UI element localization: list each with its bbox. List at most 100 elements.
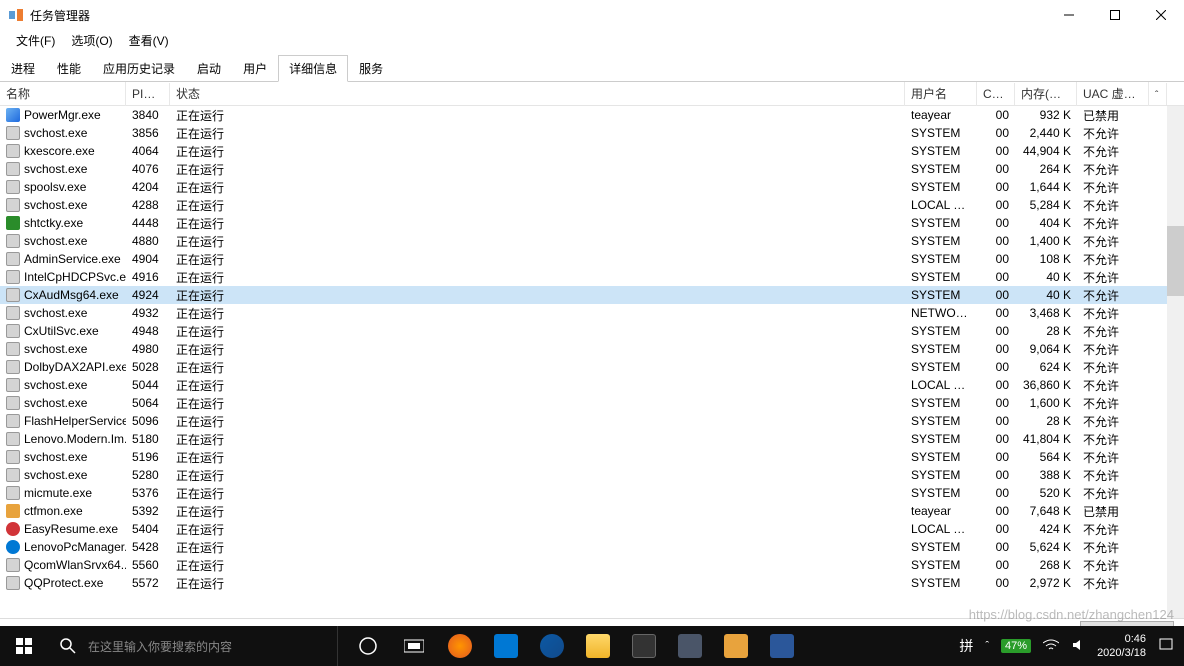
table-row[interactable]: IntelCpHDCPSvc.exe4916正在运行SYSTEM0040 K不允…	[0, 268, 1184, 286]
table-row[interactable]: svchost.exe4880正在运行SYSTEM001,400 K不允许	[0, 232, 1184, 250]
edge-icon[interactable]	[530, 626, 574, 666]
process-name: svchost.exe	[24, 306, 87, 320]
table-row[interactable]: DolbyDAX2API.exe5028正在运行SYSTEM00624 K不允许	[0, 358, 1184, 376]
menu-file[interactable]: 文件(F)	[8, 30, 63, 50]
process-status: 正在运行	[170, 502, 905, 521]
cortana-icon[interactable]	[346, 626, 390, 666]
menu-view[interactable]: 查看(V)	[121, 30, 177, 50]
app-icon-3[interactable]	[714, 626, 758, 666]
process-icon	[6, 144, 20, 158]
process-status: 正在运行	[170, 214, 905, 233]
table-row[interactable]: shtctky.exe4448正在运行SYSTEM00404 K不允许	[0, 214, 1184, 232]
table-row[interactable]: QcomWlanSrvx64....5560正在运行SYSTEM00268 K不…	[0, 556, 1184, 574]
table-row[interactable]: svchost.exe5044正在运行LOCAL SE...0036,860 K…	[0, 376, 1184, 394]
taskview-icon[interactable]	[392, 626, 436, 666]
notification-icon[interactable]	[1158, 637, 1174, 656]
volume-icon[interactable]	[1071, 638, 1085, 655]
col-header-name[interactable]: 名称	[0, 82, 126, 106]
col-header-user[interactable]: 用户名	[905, 82, 977, 106]
process-name: PowerMgr.exe	[24, 108, 101, 122]
tab-services[interactable]: 服务	[348, 55, 394, 82]
tab-performance[interactable]: 性能	[46, 55, 92, 82]
process-pid: 5392	[126, 503, 170, 519]
wifi-icon[interactable]	[1043, 639, 1059, 654]
process-name: spoolsv.exe	[24, 180, 86, 194]
table-row[interactable]: ctfmon.exe5392正在运行teayear007,648 K已禁用	[0, 502, 1184, 520]
process-cpu: 00	[977, 305, 1015, 321]
battery-indicator[interactable]: 47%	[1001, 639, 1031, 653]
firefox-icon[interactable]	[438, 626, 482, 666]
table-row[interactable]: EasyResume.exe5404正在运行LOCAL SE...00424 K…	[0, 520, 1184, 538]
table-row[interactable]: FlashHelperService...5096正在运行SYSTEM0028 …	[0, 412, 1184, 430]
table-row[interactable]: CxUtilSvc.exe4948正在运行SYSTEM0028 K不允许	[0, 322, 1184, 340]
vertical-scrollbar[interactable]	[1167, 106, 1184, 618]
col-header-uac[interactable]: UAC 虚拟化	[1077, 82, 1149, 106]
process-pid: 5560	[126, 557, 170, 573]
app-icon-2[interactable]	[668, 626, 712, 666]
tray-chevron-icon[interactable]: ˆ	[985, 640, 989, 652]
process-icon	[6, 540, 20, 554]
table-row[interactable]: micmute.exe5376正在运行SYSTEM00520 K不允许	[0, 484, 1184, 502]
process-user: SYSTEM	[905, 287, 977, 303]
tab-details[interactable]: 详细信息	[278, 55, 348, 82]
table-row[interactable]: svchost.exe5280正在运行SYSTEM00388 K不允许	[0, 466, 1184, 484]
tab-startup[interactable]: 启动	[186, 55, 232, 82]
table-row[interactable]: PowerMgr.exe3840正在运行teayear00932 K已禁用	[0, 106, 1184, 124]
explorer-icon[interactable]	[576, 626, 620, 666]
process-cpu: 00	[977, 485, 1015, 501]
table-row[interactable]: svchost.exe4932正在运行NETWOR...003,468 K不允许	[0, 304, 1184, 322]
clock[interactable]: 0:46 2020/3/18	[1097, 632, 1146, 661]
table-body[interactable]: PowerMgr.exe3840正在运行teayear00932 K已禁用svc…	[0, 106, 1184, 618]
table-row[interactable]: AdminService.exe4904正在运行SYSTEM00108 K不允许	[0, 250, 1184, 268]
maximize-button[interactable]	[1092, 0, 1138, 30]
process-uac: 不允许	[1077, 286, 1149, 305]
process-name: svchost.exe	[24, 450, 87, 464]
tab-users[interactable]: 用户	[232, 55, 278, 82]
process-cpu: 00	[977, 395, 1015, 411]
minimize-button[interactable]	[1046, 0, 1092, 30]
col-header-pid[interactable]: PID	[126, 83, 170, 105]
process-pid: 4288	[126, 197, 170, 213]
process-cpu: 00	[977, 287, 1015, 303]
ime-indicator[interactable]: 拼	[959, 636, 973, 656]
process-user: LOCAL SE...	[905, 377, 977, 393]
app-icon-1[interactable]	[622, 626, 666, 666]
start-button[interactable]	[0, 626, 48, 666]
scrollbar-thumb[interactable]	[1167, 226, 1184, 296]
sort-asc-icon	[156, 93, 164, 98]
table-row[interactable]: Lenovo.Modern.Im...5180正在运行SYSTEM0041,80…	[0, 430, 1184, 448]
col-header-memory[interactable]: 内存(活动...	[1015, 82, 1077, 106]
process-user: SYSTEM	[905, 395, 977, 411]
process-icon	[6, 198, 20, 212]
process-status: 正在运行	[170, 142, 905, 161]
tab-app-history[interactable]: 应用历史记录	[92, 55, 186, 82]
close-button[interactable]	[1138, 0, 1184, 30]
table-row[interactable]: svchost.exe5064正在运行SYSTEM001,600 K不允许	[0, 394, 1184, 412]
table-row[interactable]: svchost.exe4076正在运行SYSTEM00264 K不允许	[0, 160, 1184, 178]
process-uac: 不允许	[1077, 394, 1149, 413]
table-row[interactable]: svchost.exe4288正在运行LOCAL SE...005,284 K不…	[0, 196, 1184, 214]
table-row[interactable]: kxescore.exe4064正在运行SYSTEM0044,904 K不允许	[0, 142, 1184, 160]
app-icon-4[interactable]	[760, 626, 804, 666]
process-pid: 5572	[126, 575, 170, 591]
process-pid: 5096	[126, 413, 170, 429]
col-header-cpu[interactable]: CPU	[977, 83, 1015, 105]
table-row[interactable]: spoolsv.exe4204正在运行SYSTEM001,644 K不允许	[0, 178, 1184, 196]
store-icon[interactable]	[484, 626, 528, 666]
table-row[interactable]: svchost.exe3856正在运行SYSTEM002,440 K不允许	[0, 124, 1184, 142]
taskbar-search[interactable]: 在这里输入你要搜索的内容	[48, 626, 338, 666]
table-row[interactable]: svchost.exe5196正在运行SYSTEM00564 K不允许	[0, 448, 1184, 466]
process-user: SYSTEM	[905, 539, 977, 555]
process-user: SYSTEM	[905, 341, 977, 357]
table-row[interactable]: CxAudMsg64.exe4924正在运行SYSTEM0040 K不允许	[0, 286, 1184, 304]
col-header-status[interactable]: 状态	[170, 82, 905, 106]
process-user: SYSTEM	[905, 359, 977, 375]
menu-options[interactable]: 选项(O)	[63, 30, 120, 50]
tab-processes[interactable]: 进程	[0, 55, 46, 82]
process-pid: 3840	[126, 107, 170, 123]
table-row[interactable]: svchost.exe4980正在运行SYSTEM009,064 K不允许	[0, 340, 1184, 358]
process-icon	[6, 342, 20, 356]
table-row[interactable]: LenovoPcManager...5428正在运行SYSTEM005,624 …	[0, 538, 1184, 556]
table-row[interactable]: QQProtect.exe5572正在运行SYSTEM002,972 K不允许	[0, 574, 1184, 592]
process-memory: 41,804 K	[1015, 431, 1077, 447]
